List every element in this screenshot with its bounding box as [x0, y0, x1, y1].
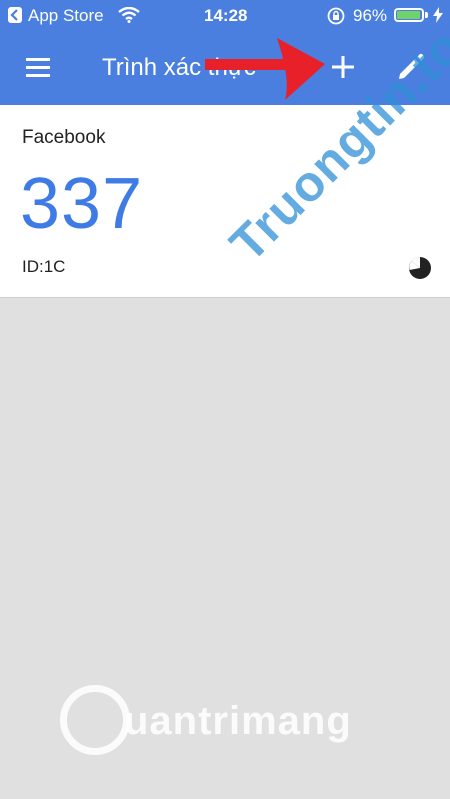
countdown-pie-icon: [409, 257, 431, 279]
status-time: 14:28: [204, 6, 248, 25]
back-to-app-icon[interactable]: [8, 7, 22, 23]
status-bar: App Store 14:28 96%: [0, 0, 450, 30]
account-id: ID:1C: [22, 257, 66, 276]
battery-tip: [425, 12, 428, 18]
add-account-button[interactable]: [328, 52, 358, 82]
orientation-lock-icon: [327, 7, 345, 25]
hamburger-menu-icon-line: [26, 74, 50, 77]
menu-button[interactable]: [22, 55, 54, 79]
hamburger-menu-icon-line: [26, 66, 50, 69]
edit-button[interactable]: [394, 50, 428, 84]
account-card[interactable]: Facebook 337 ID:1C: [0, 105, 450, 298]
verification-code[interactable]: 337: [20, 163, 143, 245]
battery-icon: [394, 8, 424, 22]
bulb-logo-icon: [60, 685, 130, 755]
battery-percent: 96%: [353, 6, 388, 25]
charging-bolt-icon: [433, 7, 443, 23]
pencil-icon: [399, 53, 425, 79]
annotation-arrow: [205, 38, 325, 100]
status-carrier[interactable]: App Store: [28, 6, 104, 26]
plus-icon: [332, 56, 354, 78]
watermark-bottom-text: uantrimang: [124, 699, 352, 743]
account-issuer: Facebook: [22, 127, 106, 148]
watermark-bottom: uantrimang: [60, 685, 410, 765]
wifi-icon: [118, 7, 140, 23]
authenticator-screen: App Store 14:28 96% Trình xác thực Faceb…: [0, 0, 450, 799]
hamburger-menu-icon: [26, 58, 50, 61]
